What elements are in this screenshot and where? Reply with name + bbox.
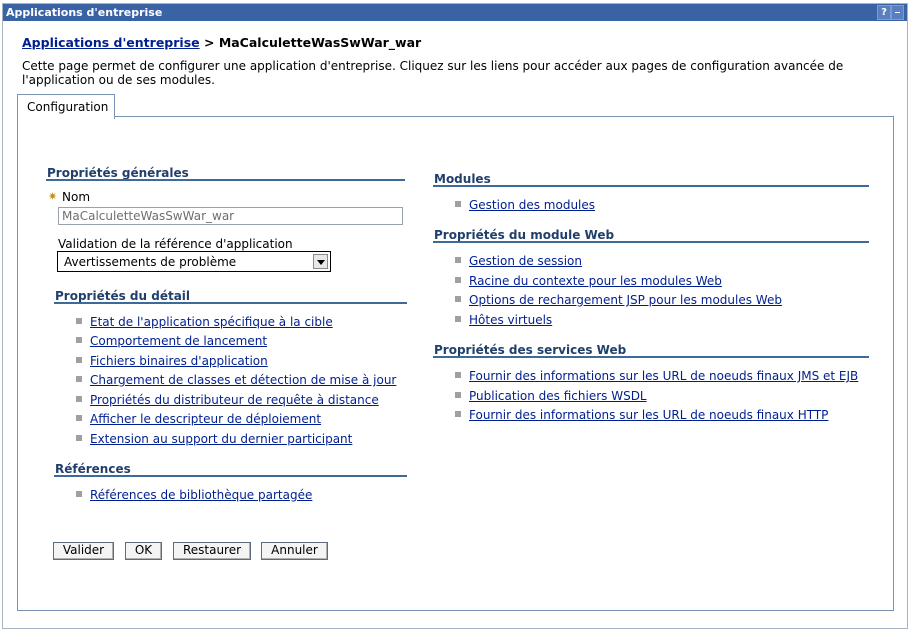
bullet-icon: [455, 372, 461, 378]
bullet-icon: [455, 201, 461, 207]
link-context-root[interactable]: Racine du contexte pour les modules Web: [469, 274, 722, 288]
page-description: Cette page permet de configurer une appl…: [22, 59, 844, 87]
section-divider: [433, 241, 869, 243]
breadcrumb-link[interactable]: Applications d'entreprise: [22, 35, 200, 50]
bullet-icon: [76, 318, 82, 324]
bullet-icon: [76, 491, 82, 497]
breadcrumb-current: MaCalculetteWasSwWar_war: [218, 35, 422, 50]
link-jsp-reload[interactable]: Options de rechargement JSP pour les mod…: [469, 293, 782, 307]
web-module-heading: Propriétés du module Web: [434, 228, 615, 242]
section-divider: [433, 185, 869, 187]
link-virtual-hosts[interactable]: Hôtes virtuels: [469, 313, 552, 327]
bullet-icon: [455, 411, 461, 417]
validation-select[interactable]: Avertissements de problème: [57, 251, 331, 272]
bullet-icon: [455, 296, 461, 302]
breadcrumb-separator: >: [203, 35, 215, 50]
reset-button[interactable]: Restaurer: [173, 542, 251, 560]
name-field[interactable]: [58, 207, 403, 225]
bullet-icon: [76, 396, 82, 402]
bullet-icon: [76, 337, 82, 343]
link-shared-libraries[interactable]: Références de bibliothèque partagée: [90, 488, 312, 502]
title-bar: Applications d'entreprise ?: [3, 4, 907, 21]
modules-heading: Modules: [434, 172, 491, 186]
validate-button[interactable]: Valider: [53, 542, 114, 560]
bullet-icon: [455, 257, 461, 263]
web-services-heading: Propriétés des services Web: [434, 343, 627, 357]
link-manage-modules[interactable]: Gestion des modules: [469, 198, 595, 212]
section-divider: [46, 179, 405, 181]
window-title: Applications d'entreprise: [6, 6, 163, 19]
link-last-participant[interactable]: Extension au support du dernier particip…: [90, 432, 352, 446]
references-heading: Références: [55, 462, 131, 476]
general-properties-heading: Propriétés générales: [47, 166, 189, 180]
minimize-icon[interactable]: [891, 5, 904, 20]
link-jms-ejb-endpoints[interactable]: Fournir des informations sur les URL de …: [469, 369, 858, 383]
bullet-icon: [76, 357, 82, 363]
link-target-state[interactable]: Etat de l'application spécifique à la ci…: [90, 315, 333, 329]
detail-properties-heading: Propriétés du détail: [55, 289, 191, 303]
required-icon: ✷: [48, 190, 58, 203]
bullet-icon: [455, 277, 461, 283]
link-startup-behavior[interactable]: Comportement de lancement: [90, 334, 267, 348]
help-icon[interactable]: ?: [877, 5, 891, 20]
bullet-icon: [455, 316, 461, 322]
cancel-button[interactable]: Annuler: [261, 542, 328, 560]
name-label: Nom: [62, 190, 91, 204]
link-application-binaries[interactable]: Fichiers binaires d'application: [90, 354, 268, 368]
section-divider: [54, 475, 407, 477]
link-http-endpoints[interactable]: Fournir des informations sur les URL de …: [469, 408, 828, 422]
bullet-icon: [76, 415, 82, 421]
section-divider: [54, 302, 407, 304]
validation-selected-value: Avertissements de problème: [64, 255, 237, 269]
chevron-down-icon[interactable]: [313, 254, 328, 269]
link-publish-wsdl[interactable]: Publication des fichiers WSDL: [469, 389, 647, 403]
link-deployment-descriptor[interactable]: Afficher le descripteur de déploiement: [90, 412, 321, 426]
link-session-management[interactable]: Gestion de session: [469, 254, 582, 268]
breadcrumb: Applications d'entreprise > MaCalculette…: [22, 35, 421, 50]
bullet-icon: [455, 392, 461, 398]
bullet-icon: [76, 435, 82, 441]
link-class-loading[interactable]: Chargement de classes et détection de mi…: [90, 373, 396, 387]
bullet-icon: [76, 376, 82, 382]
link-remote-dispatcher[interactable]: Propriétés du distributeur de requête à …: [90, 393, 379, 407]
ok-button[interactable]: OK: [125, 542, 162, 560]
section-divider: [433, 356, 869, 358]
tab-label: Configuration: [27, 100, 109, 114]
validation-label: Validation de la référence d'application: [58, 237, 293, 251]
tab-configuration[interactable]: Configuration: [17, 94, 115, 119]
